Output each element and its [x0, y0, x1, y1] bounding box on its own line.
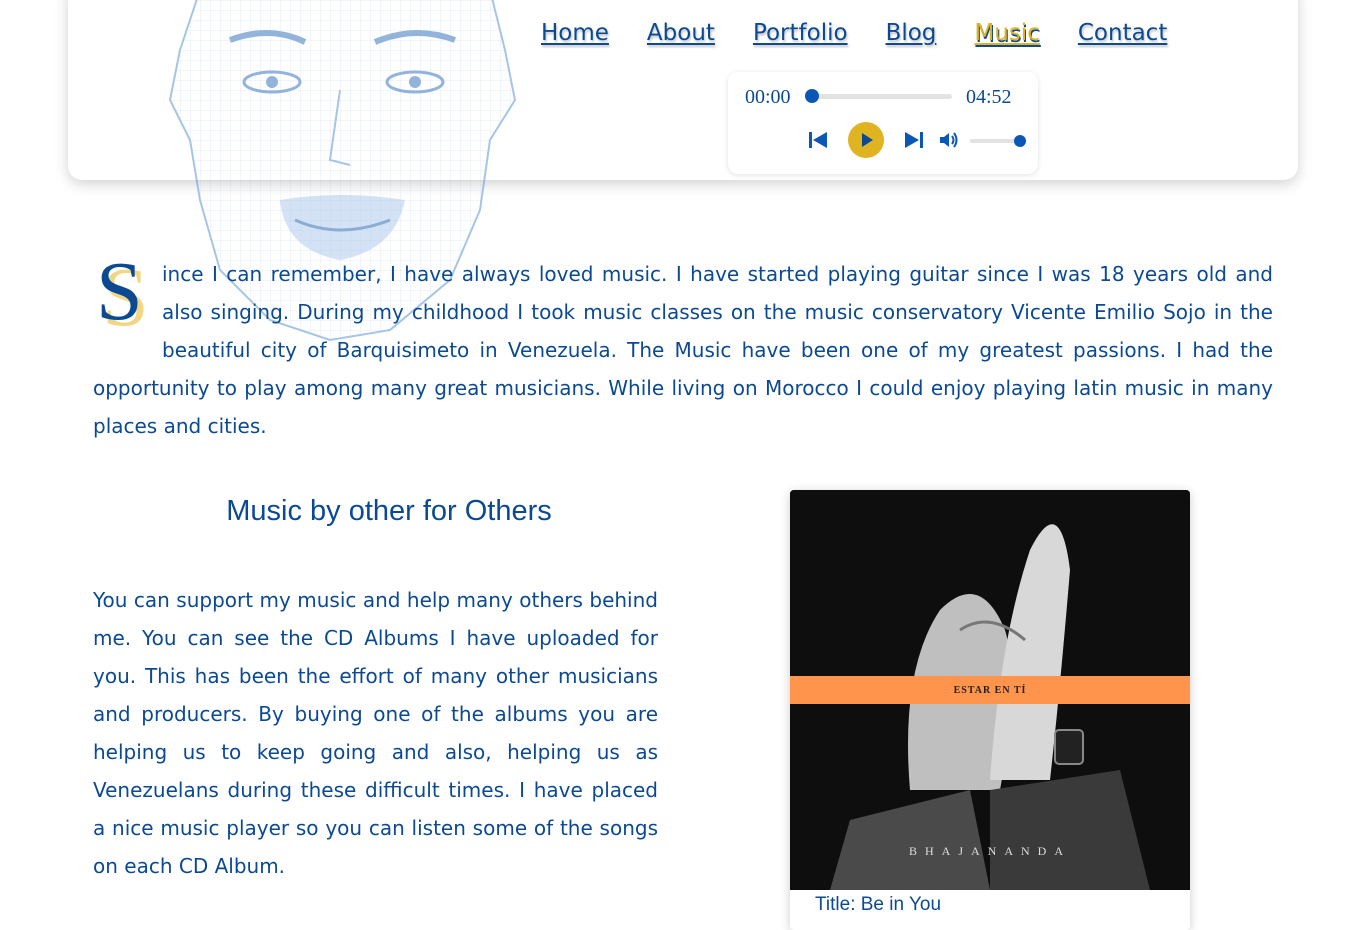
album-caption: Title: Be in You: [815, 894, 942, 915]
skip-back-button[interactable]: [806, 128, 830, 152]
skip-back-icon: [809, 132, 827, 148]
album-card[interactable]: ESTAR EN TÍ BHAJANANDA Title: Be in You: [790, 490, 1190, 930]
skip-forward-icon: [905, 132, 923, 148]
main-nav: Home About Portfolio Blog Music Contact: [541, 20, 1205, 46]
volume-knob[interactable]: [1014, 135, 1026, 147]
progress-knob[interactable]: [805, 89, 819, 103]
nav-about[interactable]: About: [647, 20, 715, 46]
intro-paragraph: ince I can remember, I have always loved…: [93, 262, 1273, 438]
album-title-band: ESTAR EN TÍ: [790, 676, 1190, 704]
duration: 04:52: [966, 86, 1012, 108]
volume-slider[interactable]: [970, 135, 1026, 147]
nav-portfolio[interactable]: Portfolio: [753, 20, 848, 46]
volume-button[interactable]: [938, 130, 960, 150]
play-icon: [862, 133, 873, 147]
section-heading: Music by other for Others: [226, 495, 552, 527]
section-paragraph: You can support my music and help many o…: [93, 588, 658, 878]
volume-icon: [940, 132, 958, 148]
music-player: 00:00 04:52: [728, 72, 1038, 174]
nav-blog[interactable]: Blog: [886, 20, 937, 46]
nav-home[interactable]: Home: [541, 20, 609, 46]
progress-bar[interactable]: [805, 89, 952, 103]
skip-forward-button[interactable]: [902, 128, 926, 152]
play-button[interactable]: [848, 122, 884, 158]
album-artist: BHAJANANDA: [908, 844, 1071, 858]
current-time: 00:00: [745, 86, 791, 108]
nav-contact[interactable]: Contact: [1078, 20, 1167, 46]
nav-music[interactable]: Music: [974, 20, 1039, 46]
